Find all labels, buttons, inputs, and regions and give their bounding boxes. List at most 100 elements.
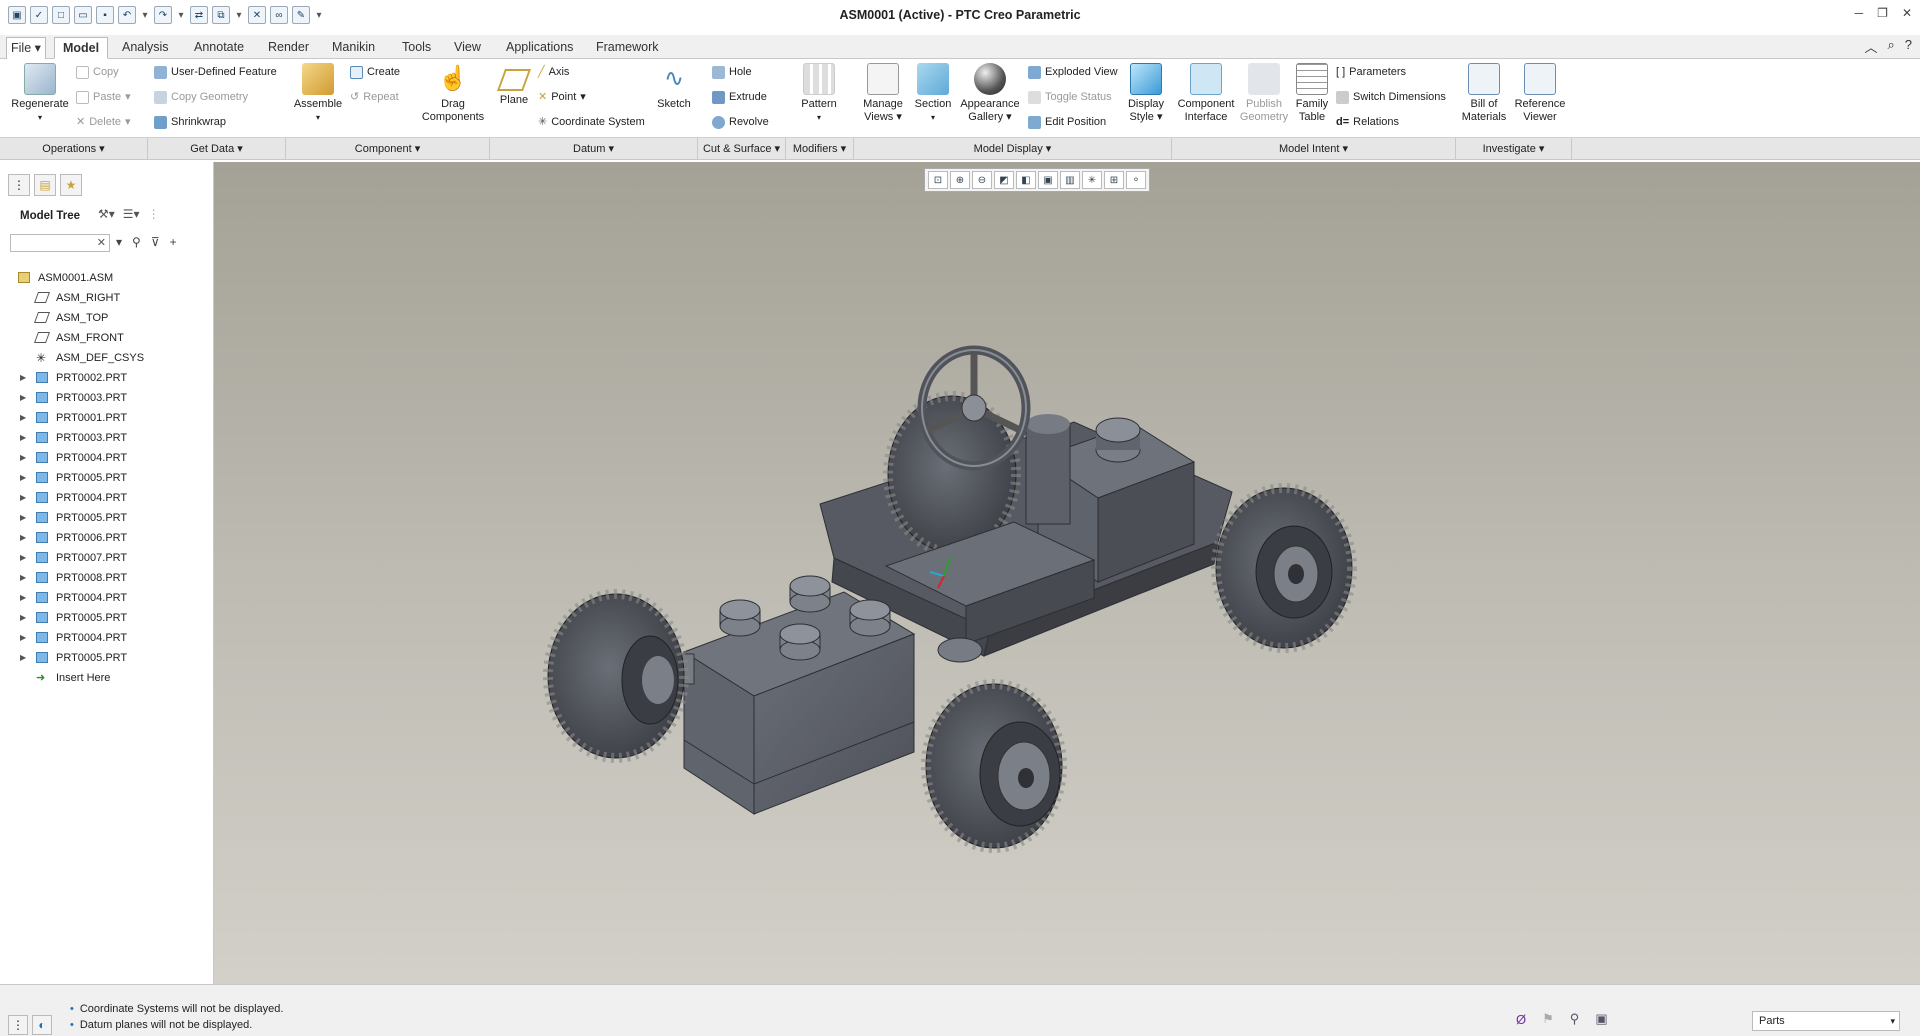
selection-icon[interactable]: ▣ xyxy=(1595,1011,1607,1027)
assembly-model[interactable] xyxy=(214,162,1920,984)
tree-row[interactable]: ▶ PRT0004.PRT xyxy=(0,448,212,468)
edit-position-button[interactable]: Edit Position xyxy=(1028,113,1106,131)
axis-button[interactable]: ╱ Axis xyxy=(538,63,569,81)
group-datum[interactable]: Datum ▾ xyxy=(490,138,698,160)
expand-icon[interactable]: ▶ xyxy=(20,608,26,628)
repeat-button[interactable]: ↺ Repeat xyxy=(350,88,399,106)
tree-row[interactable]: ▶ PRT0003.PRT xyxy=(0,388,212,408)
tab-framework[interactable]: Framework xyxy=(588,37,667,59)
expand-icon[interactable]: ▶ xyxy=(20,628,26,648)
copy-button[interactable]: Copy xyxy=(76,63,119,81)
expand-icon[interactable]: ▶ xyxy=(20,548,26,568)
expand-icon[interactable]: ▶ xyxy=(20,368,26,388)
filter-icon[interactable]: ⊽ xyxy=(151,235,160,249)
coordinate-system-button[interactable]: ✳ Coordinate System xyxy=(538,113,645,131)
relations-button[interactable]: d= Relations xyxy=(1336,113,1399,131)
group-investigate[interactable]: Investigate ▾ xyxy=(1456,138,1572,160)
help-icon[interactable]: ? xyxy=(1905,37,1912,56)
expand-icon[interactable]: ▶ xyxy=(20,588,26,608)
group-modifiers[interactable]: Modifiers ▾ xyxy=(786,138,854,160)
component-interface-button[interactable]: Component Interface xyxy=(1176,63,1236,124)
section-button[interactable]: Section ▾ xyxy=(910,63,956,124)
group-get-data[interactable]: Get Data ▾ xyxy=(148,138,286,160)
collapse-ribbon-icon[interactable]: ︿ xyxy=(1864,37,1877,56)
tree-settings-icon[interactable]: ⚒▾ xyxy=(98,207,115,221)
group-operations[interactable]: Operations ▾ xyxy=(0,138,148,160)
tree-row[interactable]: ▶ PRT0003.PRT xyxy=(0,428,212,448)
clear-search-icon[interactable]: ✕ xyxy=(97,236,106,249)
reference-viewer-button[interactable]: Reference Viewer xyxy=(1512,63,1568,124)
appearance-gallery-button[interactable]: Appearance Gallery ▾ xyxy=(958,63,1022,124)
tree-row[interactable]: ▶ PRT0007.PRT xyxy=(0,548,212,568)
expand-icon[interactable]: ▶ xyxy=(20,428,26,448)
tree-row[interactable]: ▶ PRT0005.PRT xyxy=(0,508,212,528)
tab-manikin[interactable]: Manikin xyxy=(324,37,383,59)
model-tree-tab-icon[interactable]: ⋮ xyxy=(8,174,30,196)
point-button[interactable]: ✕ Point ▾ xyxy=(538,88,586,106)
regenerate-button[interactable]: Regenerate ▾ xyxy=(8,63,72,124)
publish-geometry-button[interactable]: Publish Geometry xyxy=(1238,63,1290,124)
expand-icon[interactable]: ▶ xyxy=(20,448,26,468)
expand-icon[interactable]: ▶ xyxy=(20,488,26,508)
manage-views-button[interactable]: Manage Views ▾ xyxy=(858,63,908,124)
tree-row[interactable]: ➜ Insert Here xyxy=(0,668,212,688)
expand-icon[interactable]: ▶ xyxy=(20,568,26,588)
revolve-button[interactable]: Revolve xyxy=(712,113,769,131)
tree-row[interactable]: ▶ PRT0004.PRT xyxy=(0,488,212,508)
parameters-button[interactable]: [ ] Parameters xyxy=(1336,63,1406,81)
flag-icon[interactable]: ⚑ xyxy=(1542,1011,1554,1027)
minimize-icon[interactable]: ─ xyxy=(1855,6,1864,20)
toggle-status-button[interactable]: Toggle Status xyxy=(1028,88,1112,106)
tree-row[interactable]: ▶ PRT0004.PRT xyxy=(0,628,212,648)
tree-row[interactable]: ASM_RIGHT xyxy=(0,288,212,308)
group-model-intent[interactable]: Model Intent ▾ xyxy=(1172,138,1456,160)
exploded-view-button[interactable]: Exploded View xyxy=(1028,63,1118,81)
udf-button[interactable]: User-Defined Feature xyxy=(154,63,277,81)
tree-row[interactable]: ▶ PRT0001.PRT xyxy=(0,408,212,428)
tree-row[interactable]: ▶ PRT0008.PRT xyxy=(0,568,212,588)
regen-status-icon[interactable]: Ø xyxy=(1516,1012,1526,1027)
tab-render[interactable]: Render xyxy=(260,37,317,59)
tab-tools[interactable]: Tools xyxy=(394,37,439,59)
paste-button[interactable]: Paste ▾ xyxy=(76,88,131,106)
folder-browser-tab-icon[interactable]: ▤ xyxy=(34,174,56,196)
tree-columns-icon[interactable]: ⋮ xyxy=(148,207,160,221)
close-icon[interactable]: ✕ xyxy=(1902,6,1912,20)
create-button[interactable]: Create xyxy=(350,63,400,81)
group-component[interactable]: Component ▾ xyxy=(286,138,490,160)
tree-row[interactable]: ASM_FRONT xyxy=(0,328,212,348)
tree-row[interactable]: ▶ PRT0005.PRT xyxy=(0,468,212,488)
family-table-button[interactable]: Family Table xyxy=(1292,63,1332,124)
expand-icon[interactable]: ▶ xyxy=(20,408,26,428)
tree-show-icon[interactable]: ☰▾ xyxy=(123,207,140,221)
tree-row[interactable]: ▶ PRT0005.PRT xyxy=(0,608,212,628)
plane-button[interactable]: Plane xyxy=(496,63,532,107)
sketch-button[interactable]: ∿ Sketch xyxy=(652,63,696,111)
add-icon[interactable]: + xyxy=(170,235,177,249)
group-model-display[interactable]: Model Display ▾ xyxy=(854,138,1172,160)
group-cut-surface[interactable]: Cut & Surface ▾ xyxy=(698,138,786,160)
tree-row[interactable]: ✳ ASM_DEF_CSYS xyxy=(0,348,212,368)
restore-icon[interactable]: ❐ xyxy=(1877,6,1888,20)
graphics-viewport[interactable]: ⊡ ⊕ ⊖ ◩ ◧ ▣ ▥ ✳ ⊞ ⚬ xyxy=(214,162,1920,984)
tab-analysis[interactable]: Analysis xyxy=(114,37,177,59)
expand-icon[interactable]: ▶ xyxy=(20,468,26,488)
tab-model[interactable]: Model xyxy=(54,37,109,59)
expand-icon[interactable]: ▶ xyxy=(20,648,26,668)
selection-filter-select[interactable]: Parts ▾ xyxy=(1752,1011,1900,1031)
find-icon[interactable]: ⚲ xyxy=(1570,1011,1580,1027)
show-navigator-icon[interactable]: ⋮ xyxy=(8,1015,28,1035)
tree-row[interactable]: ▶ PRT0006.PRT xyxy=(0,528,212,548)
copy-geometry-button[interactable]: Copy Geometry xyxy=(154,88,248,106)
search-icon[interactable]: ⌕ xyxy=(1887,37,1894,56)
drag-components-button[interactable]: ☝ Drag Components xyxy=(418,63,488,124)
hole-button[interactable]: Hole xyxy=(712,63,752,81)
pattern-button[interactable]: Pattern ▾ xyxy=(796,63,842,124)
expand-icon[interactable]: ▶ xyxy=(20,528,26,548)
tab-annotate[interactable]: Annotate xyxy=(186,37,252,59)
tab-view[interactable]: View xyxy=(446,37,489,59)
show-browser-icon[interactable]: ◐ xyxy=(32,1015,52,1035)
shrinkwrap-button[interactable]: Shrinkwrap xyxy=(154,113,226,131)
favorites-tab-icon[interactable]: ★ xyxy=(60,174,82,196)
expand-icon[interactable]: ▶ xyxy=(20,388,26,408)
